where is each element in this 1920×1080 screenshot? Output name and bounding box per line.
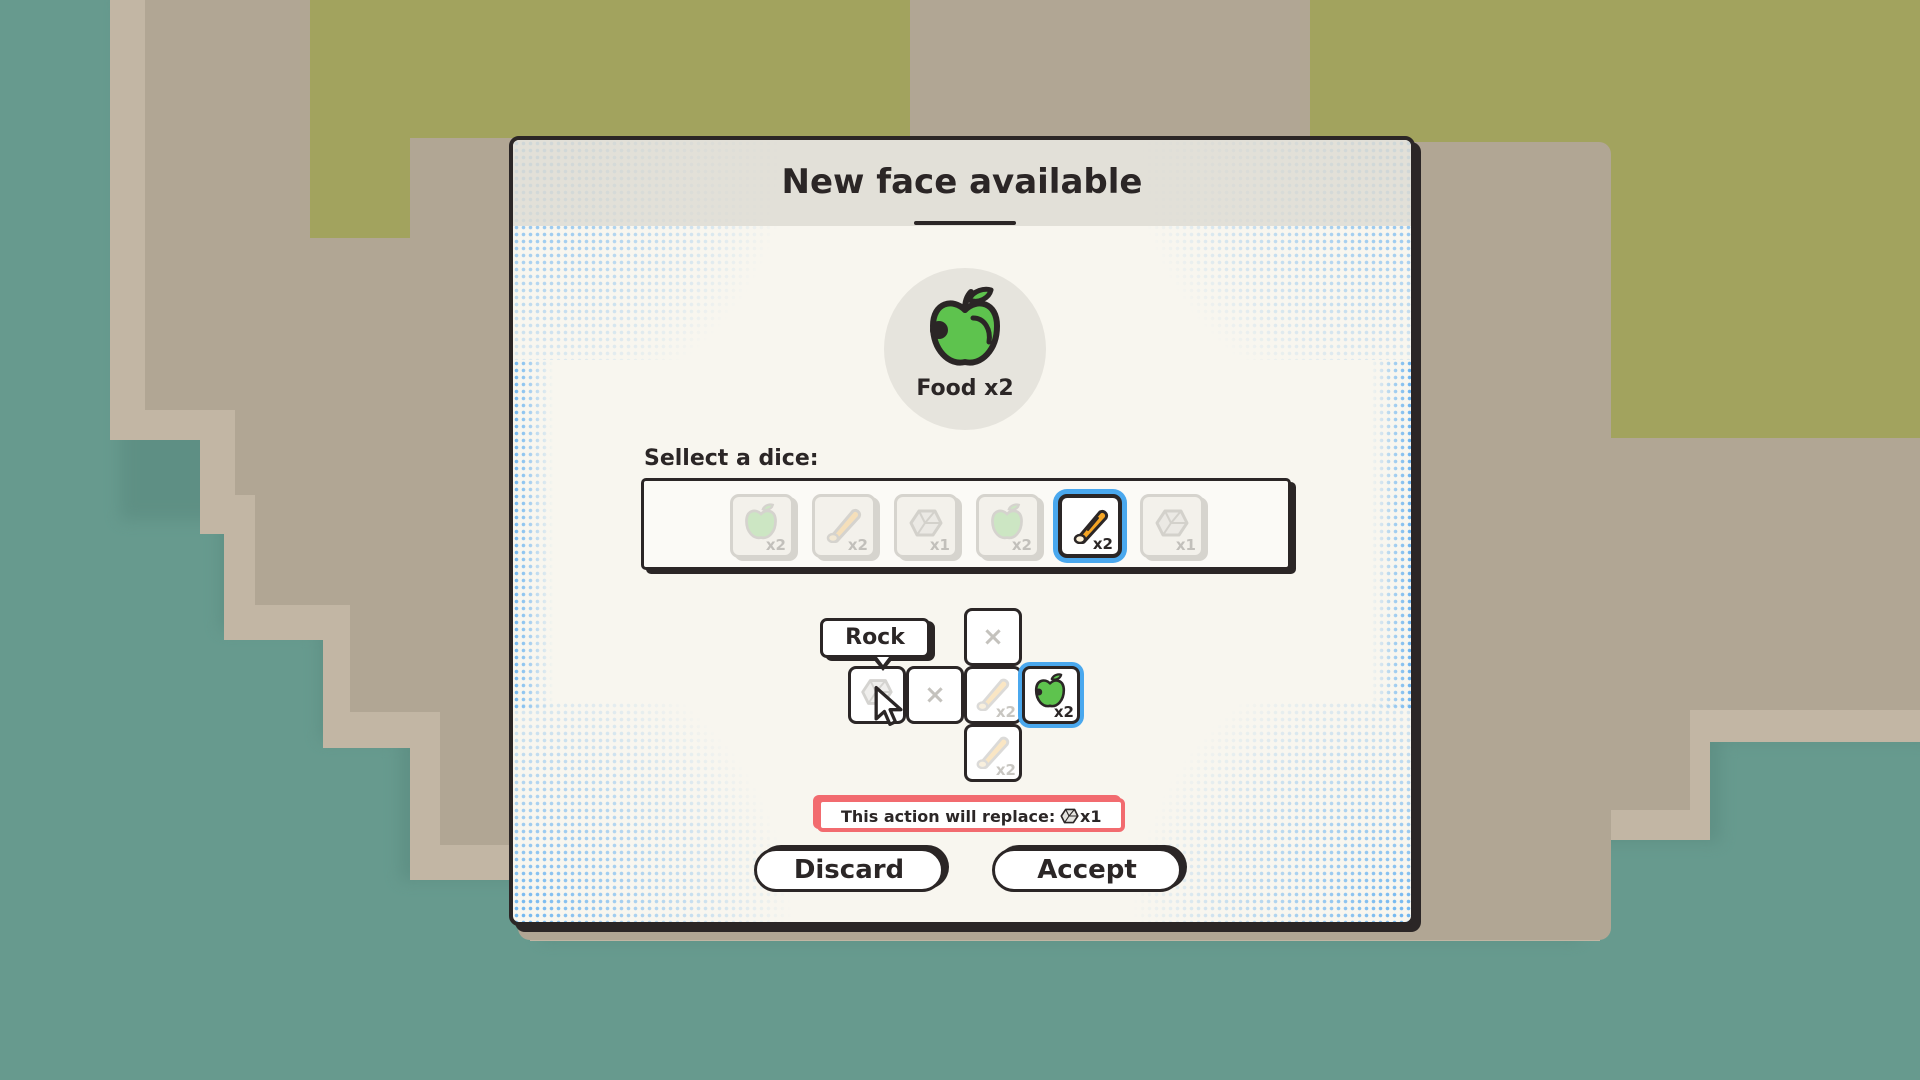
new-face-dialog: New face available Food x2 Sellect a dic… bbox=[509, 136, 1415, 926]
select-dice-label: Sellect a dice: bbox=[644, 446, 819, 471]
tooltip-tail-inner bbox=[877, 657, 889, 665]
x-icon: × bbox=[924, 680, 946, 710]
face-tooltip: Rock bbox=[820, 618, 930, 658]
dot-pattern-decoration bbox=[513, 360, 553, 710]
dice-count: x1 bbox=[929, 536, 950, 554]
die-face-log[interactable]: x2 bbox=[964, 666, 1022, 724]
dice-option-1[interactable]: x2 bbox=[730, 494, 794, 558]
face-count: x2 bbox=[995, 703, 1016, 721]
die-face-log-bottom[interactable]: x2 bbox=[964, 724, 1022, 782]
dice-option-2[interactable]: x2 bbox=[812, 494, 876, 558]
title-underline bbox=[914, 221, 1016, 225]
warning-text: This action will replace: bbox=[841, 807, 1056, 826]
dialog-header: New face available bbox=[513, 140, 1411, 226]
dot-pattern-decoration bbox=[1371, 360, 1411, 710]
face-count: x2 bbox=[1053, 703, 1074, 721]
x-icon: × bbox=[982, 622, 1004, 652]
dice-option-6[interactable]: x1 bbox=[1140, 494, 1204, 558]
dice-option-4[interactable]: x2 bbox=[976, 494, 1040, 558]
dice-count: x2 bbox=[1011, 536, 1032, 554]
dice-count: x1 bbox=[1175, 536, 1196, 554]
die-face-empty[interactable]: × bbox=[906, 666, 964, 724]
die-face-food-highlighted[interactable]: x2 bbox=[1022, 666, 1080, 724]
dice-selector: x2 x2 x1 x2 x2 x1 bbox=[641, 478, 1291, 570]
dice-option-3[interactable]: x1 bbox=[894, 494, 958, 558]
die-face-top[interactable]: × bbox=[964, 608, 1022, 666]
discard-button[interactable]: Discard bbox=[754, 848, 944, 892]
dialog-title: New face available bbox=[781, 162, 1143, 202]
replace-warning: This action will replace: x1 bbox=[817, 798, 1125, 832]
accept-button[interactable]: Accept bbox=[992, 848, 1182, 892]
dice-count: x2 bbox=[1092, 535, 1113, 553]
rock-icon bbox=[1060, 808, 1079, 824]
apple-icon bbox=[930, 286, 1000, 366]
dice-count: x2 bbox=[847, 536, 868, 554]
dice-option-5-selected[interactable]: x2 bbox=[1058, 494, 1122, 558]
mouse-cursor-icon bbox=[874, 686, 903, 726]
new-face-preview: Food x2 bbox=[884, 268, 1046, 430]
warning-count: x1 bbox=[1080, 807, 1102, 826]
dice-count: x2 bbox=[765, 536, 786, 554]
face-count: x2 bbox=[995, 761, 1016, 779]
new-face-label: Food x2 bbox=[916, 376, 1014, 401]
